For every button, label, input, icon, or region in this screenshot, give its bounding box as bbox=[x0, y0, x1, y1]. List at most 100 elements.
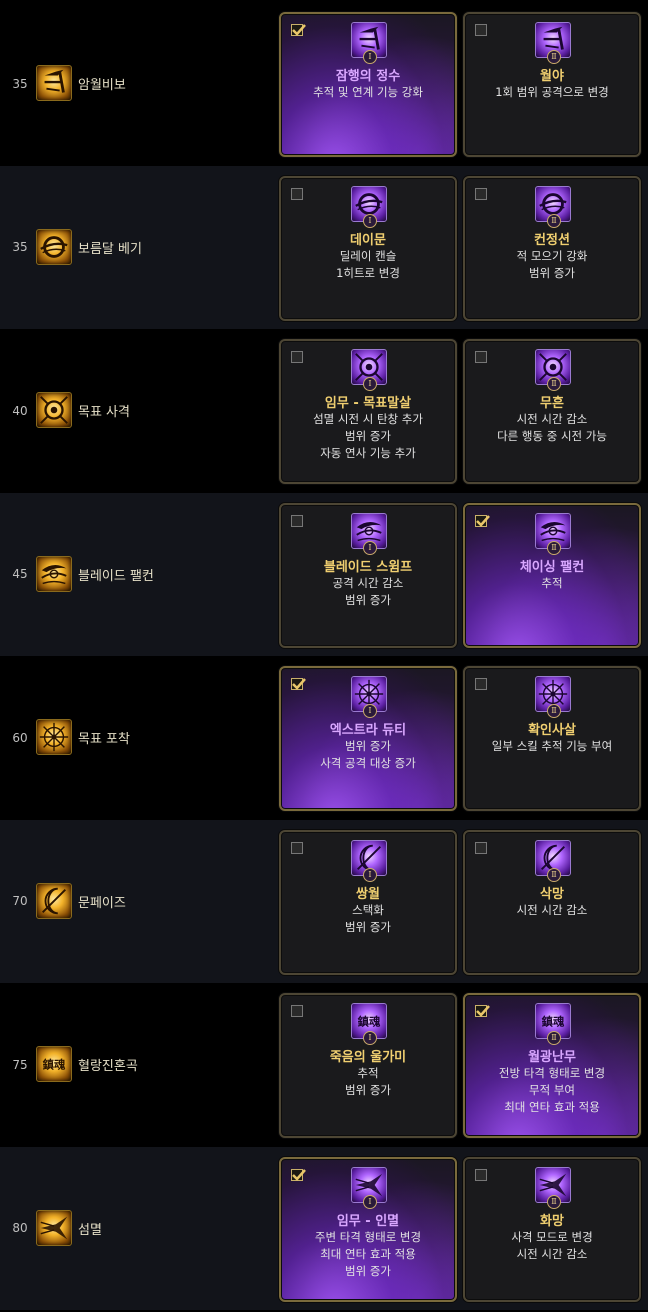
svg-text:鎮魂: 鎮魂 bbox=[43, 1058, 66, 1072]
tripod-checkbox[interactable] bbox=[291, 1005, 303, 1017]
full-moon-slash-tier-icon: Ⅰ bbox=[351, 185, 387, 228]
tripod-description-line: 범위 증가 bbox=[345, 1263, 391, 1278]
tripod-checkbox[interactable] bbox=[291, 514, 303, 527]
tripod-description: 시전 시간 감소 bbox=[465, 902, 639, 919]
tripod-card-tier-1[interactable]: Ⅰ 임무 - 목표말살 섬멸 시전 시 탄창 추가 범위 증가 자동 연사 기능 추… bbox=[279, 339, 457, 484]
moon-phase-skill-icon bbox=[36, 882, 72, 919]
tripod-description-line: 섬멸 시전 시 탄창 추가 bbox=[313, 412, 423, 426]
tripod-description: 추적 bbox=[465, 575, 639, 592]
tripod-description-line: 범위 증가 bbox=[529, 265, 575, 280]
tripod-card-tier-2[interactable]: 鎮魂 Ⅱ 월광난무 전방 타격 형태로 변경 무적 부여 최대 연타 효과 적용 bbox=[463, 993, 641, 1138]
tripod-checkbox[interactable] bbox=[475, 678, 487, 690]
tripod-checkbox[interactable] bbox=[291, 841, 303, 854]
tripod-card-tier-2[interactable]: Ⅱ 무흔 시전 시간 감소 다른 행동 중 시전 가능 bbox=[463, 339, 641, 484]
tripod-description: 1회 범위 공격으로 변경 bbox=[465, 84, 639, 101]
blade-falcon-skill-icon bbox=[36, 555, 72, 592]
tripod-title: 죽음의 울가미 bbox=[329, 1050, 407, 1065]
tripod-checkbox[interactable] bbox=[475, 1005, 490, 1017]
tripod-card-tier-2[interactable]: Ⅱ 확인사살 일부 스킬 추적 기능 부여 bbox=[463, 666, 641, 811]
tripod-description: 스택화범위 증가 bbox=[281, 902, 455, 936]
tier-numeral: Ⅰ bbox=[363, 1194, 377, 1209]
tripod-description-line: 1히트로 변경 bbox=[336, 265, 400, 280]
skill-name: 혈랑진혼곡 bbox=[78, 1059, 138, 1074]
skill-name: 보름달 베기 bbox=[78, 241, 142, 257]
hidden-blade-tier-icon: Ⅰ bbox=[351, 22, 387, 64]
tripod-checkbox[interactable] bbox=[475, 351, 487, 363]
skill-level: 35 bbox=[12, 76, 28, 91]
tripod-checkbox[interactable] bbox=[475, 514, 490, 527]
tripod-checkbox[interactable] bbox=[291, 678, 306, 690]
tripod-checkbox[interactable] bbox=[291, 24, 306, 36]
tripod-title: 엑스트라 듀티 bbox=[329, 723, 407, 738]
tripod-title: 쌍월 bbox=[356, 886, 380, 902]
skill-name: 문페이즈 bbox=[78, 895, 126, 911]
skill-name: 블레이드 팰컨 bbox=[78, 568, 154, 584]
tripod-card-tier-2[interactable]: Ⅱ 월야 1회 범위 공격으로 변경 bbox=[463, 12, 641, 157]
tripod-card-tier-1[interactable]: Ⅰ 쌍월 스택화범위 증가 bbox=[279, 829, 457, 975]
tier-numeral: Ⅰ bbox=[363, 1031, 377, 1045]
moon-phase-tier-icon: Ⅰ bbox=[351, 839, 387, 882]
skill-level: 35 bbox=[12, 240, 28, 254]
target-shot-tier-icon: Ⅱ bbox=[535, 349, 571, 391]
tripod-card-tier-1[interactable]: Ⅰ 블레이드 스윔프 공격 시간 감소 범위 증가 bbox=[279, 502, 457, 648]
skill-row: 60 목표 포착 Ⅰ 엑스트라 듀티 범위 증가 사격 공격 대상 증가 Ⅱ 확인… bbox=[0, 656, 648, 819]
target-lock-tier-icon: Ⅱ bbox=[535, 676, 571, 718]
skill-name: 목표 포착 bbox=[78, 732, 130, 747]
tripod-title: 월광난무 bbox=[528, 1050, 576, 1065]
tripod-card-tier-2[interactable]: Ⅱ 삭망 시전 시간 감소 bbox=[463, 829, 641, 975]
tripod-card-tier-2[interactable]: Ⅱ 체이싱 팰컨 추적 bbox=[463, 502, 641, 648]
tripod-card-tier-1[interactable]: Ⅰ 임무 - 인멸 주변 타격 형태로 변경 최대 연타 효과 적용 범위 증가 bbox=[279, 1156, 457, 1302]
tripod-description-line: 전방 타격 형태로 변경 bbox=[498, 1066, 606, 1080]
tripod-description: 딜레이 캔슬 1히트로 변경 bbox=[281, 248, 455, 282]
tripod-description-line: 최대 연타 효과 적용 bbox=[504, 1100, 600, 1114]
skill-row: 75 鎮魂 혈랑진혼곡 鎮魂 Ⅰ 죽음의 울가미 추적 범위 증가 鎮魂 Ⅱ 월광… bbox=[0, 983, 648, 1146]
tripod-card-tier-1[interactable]: 鎮魂 Ⅰ 죽음의 울가미 추적 범위 증가 bbox=[279, 993, 457, 1138]
tripod-description: 추적 범위 증가 bbox=[281, 1065, 455, 1099]
tier-numeral: Ⅰ bbox=[363, 213, 377, 228]
checkmark-icon bbox=[292, 1168, 306, 1181]
hidden-blade-skill-icon bbox=[36, 65, 72, 101]
checkmark-icon bbox=[476, 1005, 490, 1017]
tripod-title: 체이싱 팰컨 bbox=[519, 559, 585, 575]
target-shot-skill-icon bbox=[36, 392, 72, 428]
tripod-checkbox[interactable] bbox=[475, 187, 487, 200]
tripod-card-tier-1[interactable]: Ⅰ 엑스트라 듀티 범위 증가 사격 공격 대상 증가 bbox=[279, 666, 457, 811]
skill-row: 70 문페이즈 Ⅰ 쌍월 스택화 범위 증가 Ⅱ 삭망 시전 시간 감소 bbox=[0, 819, 648, 983]
tripod-checkbox[interactable] bbox=[291, 1168, 306, 1181]
tripod-description-line: 시전 시간 감소 bbox=[516, 1246, 588, 1261]
tripod-card-tier-1[interactable]: Ⅰ 데이문 딜레이 캔슬 1히트로 변경 bbox=[279, 175, 457, 321]
tripod-card-tier-2[interactable]: Ⅱ 컨정션 적 모으기 강화 범위 증가 bbox=[463, 175, 641, 321]
tier-numeral: Ⅰ bbox=[363, 50, 377, 64]
moon-phase-tier-icon: Ⅱ bbox=[535, 839, 571, 882]
annihilation-tier-icon: Ⅱ bbox=[535, 1166, 571, 1209]
tripod-title: 블레이드 스윔프 bbox=[323, 559, 413, 575]
tier-numeral: Ⅱ bbox=[547, 50, 561, 64]
skill-row: 35 보름달 베기 Ⅰ 데이문 딜레이 캔슬1히트로 변경 Ⅱ 컨정션 적 모 bbox=[0, 165, 648, 329]
blood-wolf-requiem-skill-icon: 鎮魂 bbox=[36, 1046, 72, 1082]
skill-name: 섬멸 bbox=[78, 1222, 102, 1238]
tier-numeral: Ⅱ bbox=[547, 1031, 561, 1045]
tripod-description-line: 주변 타격 형태로 변경 bbox=[314, 1229, 422, 1244]
tripod-checkbox[interactable] bbox=[291, 351, 303, 363]
tripod-checkbox[interactable] bbox=[475, 841, 487, 854]
skill-tier-list: 35 암월비보 Ⅰ 잠행의 정수 추적 및 연계 기능 강화 Ⅱ 월야 1회 범… bbox=[0, 0, 648, 1312]
target-lock-skill-icon bbox=[36, 719, 72, 755]
tier-numeral: Ⅱ bbox=[547, 213, 561, 228]
skill-name: 목표 사격 bbox=[78, 405, 130, 420]
tripod-description-line: 범위 증가 bbox=[345, 919, 391, 934]
skill-level: 60 bbox=[12, 730, 28, 745]
tripod-checkbox[interactable] bbox=[475, 1168, 487, 1181]
tripod-title: 임무 - 인멸 bbox=[336, 1213, 400, 1229]
tripod-description: 섬멸 시전 시 탄창 추가 범위 증가 자동 연사 기능 추가 bbox=[281, 411, 455, 462]
tripod-description-line: 1회 범위 공격으로 변경 bbox=[495, 85, 609, 99]
tripod-description-line: 범위 증가 bbox=[345, 739, 391, 753]
skill-level: 80 bbox=[12, 1221, 28, 1235]
blade-falcon-tier-icon: Ⅱ bbox=[535, 512, 571, 555]
tripod-checkbox[interactable] bbox=[475, 24, 487, 36]
blood-wolf-requiem-tier-icon: 鎮魂 Ⅱ bbox=[535, 1003, 571, 1045]
tripod-card-tier-2[interactable]: Ⅱ 화망 사격 모드로 변경 시전 시간 감소 bbox=[463, 1156, 641, 1302]
tripod-checkbox[interactable] bbox=[291, 187, 303, 200]
tripod-description-line: 스택화 bbox=[352, 902, 384, 917]
tripod-description-line: 자동 연사 기능 추가 bbox=[320, 446, 416, 460]
tripod-card-tier-1[interactable]: Ⅰ 잠행의 정수 추적 및 연계 기능 강화 bbox=[279, 12, 457, 157]
